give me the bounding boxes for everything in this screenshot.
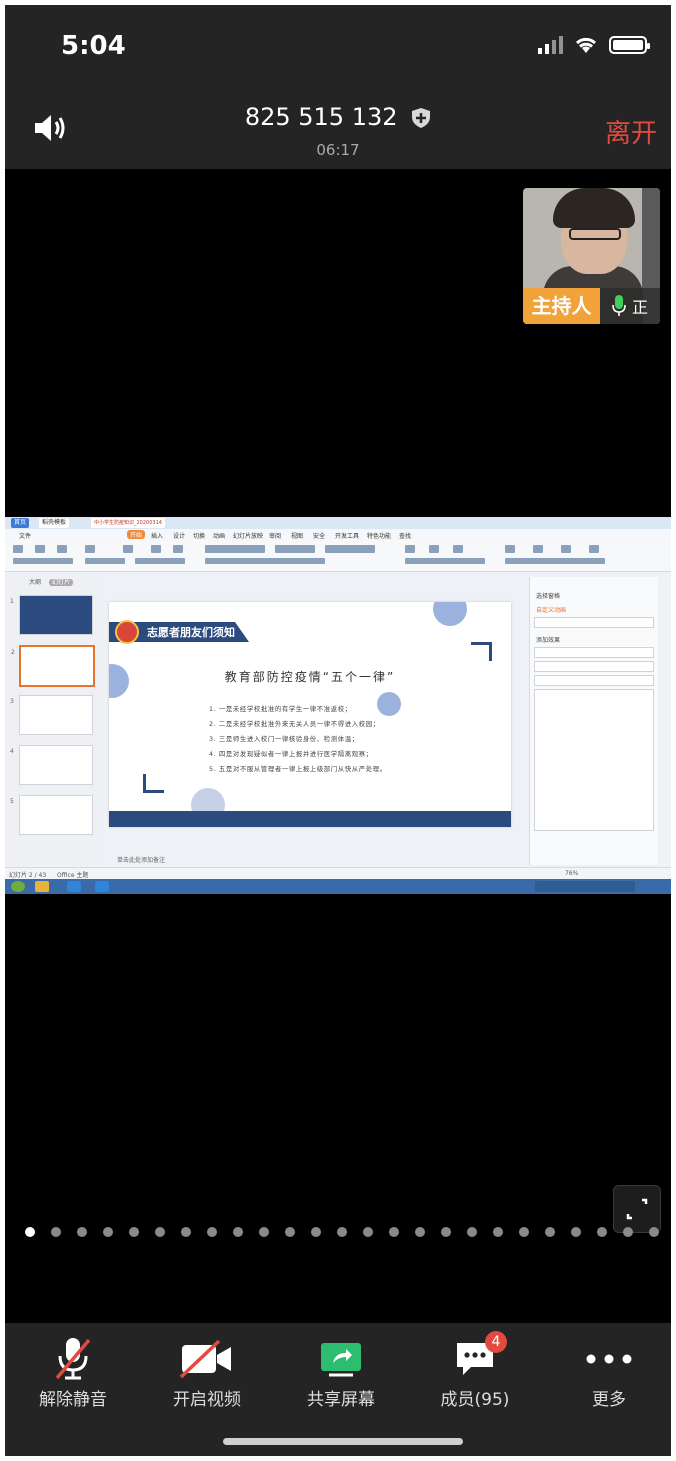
members-badge: 4 [485, 1331, 507, 1353]
page-dot[interactable] [493, 1227, 503, 1237]
slide-heading: 教育部防控疫情“五个一律” [224, 670, 396, 684]
shared-screen[interactable]: 首页 稻壳模板 中小学生防疫知识_20200314 文件 开始 插入 设计 切换… [5, 517, 671, 894]
page-dot[interactable] [519, 1227, 529, 1237]
tab-document: 中小学生防疫知识_20200314 [91, 518, 165, 528]
page-dot[interactable] [649, 1227, 659, 1237]
current-slide: 志愿者朋友们须知 教育部防控疫情“五个一律” 1. 一是未经学校批准的有学生一律… [109, 602, 511, 827]
mic-active-icon [612, 295, 626, 316]
page-dot[interactable] [311, 1227, 321, 1237]
page-dot[interactable] [129, 1227, 139, 1237]
slide-banner-title: 志愿者朋友们须知 [147, 626, 235, 639]
slide-thumbnails: 大纲 幻灯片 1 2 3 4 5 [5, 573, 97, 865]
leave-button[interactable]: 离开 [605, 113, 657, 150]
page-dot[interactable] [623, 1227, 633, 1237]
page-dot[interactable] [259, 1227, 269, 1237]
right-tool-strip [658, 577, 671, 865]
window-menu: 文件 开始 插入 设计 切换 动画 幻灯片放映 审阅 视图 安全 开发工具 特色… [5, 529, 671, 541]
wifi-icon [575, 37, 597, 53]
signal-icon [538, 36, 563, 54]
page-dot[interactable] [597, 1227, 607, 1237]
meeting-header: 5:04 825 515 132 06:17 离开 [5, 5, 671, 169]
share-screen-icon [321, 1343, 361, 1377]
windows-taskbar [5, 879, 671, 894]
home-indicator[interactable] [223, 1438, 463, 1445]
start-video-label: 开启视频 [173, 1390, 241, 1410]
meeting-toolbar: 解除静音 开启视频 共享屏幕 成员(95) 4 更多 [5, 1323, 671, 1456]
battery-icon [609, 36, 650, 54]
page-dot[interactable] [181, 1227, 191, 1237]
status-icons [538, 35, 650, 55]
window-titlebar: 首页 稻壳模板 中小学生防疫知识_20200314 [5, 517, 671, 529]
slide-notes[interactable]: 单击此处添加备注 [109, 833, 511, 864]
fullscreen-button[interactable] [613, 1185, 661, 1233]
page-dot[interactable] [233, 1227, 243, 1237]
host-video-tile[interactable]: 主持人 正 [523, 188, 660, 324]
page-dot[interactable] [25, 1227, 35, 1237]
page-dot[interactable] [545, 1227, 555, 1237]
page-dot[interactable] [207, 1227, 217, 1237]
page-dot[interactable] [103, 1227, 113, 1237]
page-dot[interactable] [389, 1227, 399, 1237]
meeting-id-text: 825 515 132 [244, 103, 398, 131]
page-indicator[interactable] [25, 1227, 659, 1237]
status-time: 5:04 [61, 31, 126, 61]
page-dot[interactable] [51, 1227, 61, 1237]
page-dot[interactable] [285, 1227, 295, 1237]
host-role-label: 主持人 [523, 288, 600, 324]
host-mic-status: 正 [600, 288, 660, 324]
page-dot[interactable] [467, 1227, 477, 1237]
thumb-slide[interactable]: 5 [10, 795, 93, 835]
meeting-screen: 5:04 825 515 132 06:17 离开 主持人 正 首页 稻壳模板 … [5, 5, 671, 1456]
thumb-slide[interactable]: 4 [10, 745, 93, 785]
page-dot[interactable] [337, 1227, 347, 1237]
more-dots-icon [586, 1354, 632, 1364]
thumb-tabs: 大纲 幻灯片 [29, 577, 73, 586]
badge-emblem-icon [115, 620, 139, 644]
share-screen-label: 共享屏幕 [307, 1390, 375, 1410]
page-dot[interactable] [155, 1227, 165, 1237]
page-dot[interactable] [571, 1227, 581, 1237]
thumb-slide[interactable]: 1 [10, 595, 93, 635]
page-dot[interactable] [77, 1227, 87, 1237]
custom-animation-panel: 选择窗格 自定义动画 添加效果 [529, 577, 658, 865]
page-dot[interactable] [415, 1227, 425, 1237]
fullscreen-icon [626, 1198, 648, 1220]
window-ribbon [5, 541, 671, 572]
thumb-slide[interactable]: 2 [11, 645, 95, 687]
shield-icon [412, 108, 431, 128]
mic-muted-icon [55, 1338, 91, 1380]
slide-items: 1. 一是未经学校批准的有学生一律不准返校； 2. 二是未经学校批准外来无关人员… [209, 705, 387, 773]
host-name: 正 [631, 298, 648, 317]
thumb-slide[interactable]: 3 [10, 695, 93, 735]
page-dot[interactable] [441, 1227, 451, 1237]
tab-templates: 稻壳模板 [39, 518, 70, 528]
meeting-duration: 06:17 [316, 141, 360, 159]
unmute-label: 解除静音 [39, 1390, 107, 1410]
page-dot[interactable] [363, 1227, 373, 1237]
video-off-icon [179, 1339, 231, 1379]
tab-home: 首页 [11, 518, 30, 528]
members-label: 成员(95) [440, 1390, 510, 1410]
more-label: 更多 [592, 1390, 626, 1410]
meeting-id[interactable]: 825 515 132 [5, 103, 671, 131]
